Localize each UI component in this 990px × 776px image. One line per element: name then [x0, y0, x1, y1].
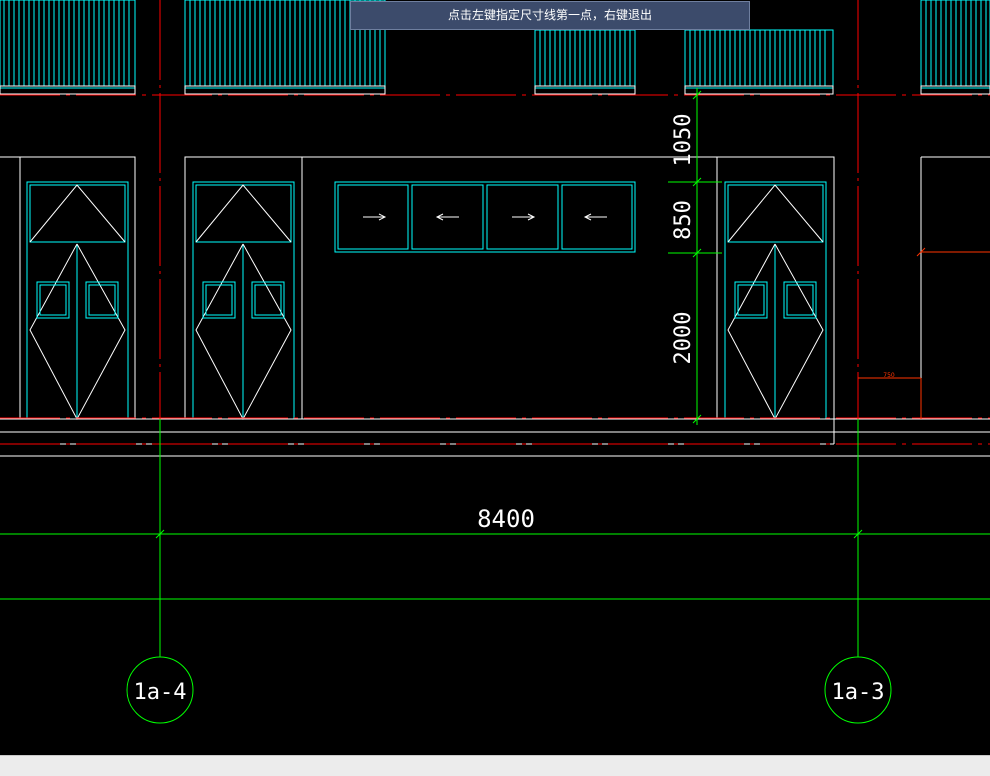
drawing-canvas[interactable]: 750 1050 850 2000 8400 1a-4 1a-3 — [0, 0, 990, 755]
wall-outlines — [0, 156, 990, 444]
offset-dimension-text: 750 — [883, 372, 895, 379]
dimension-2000: 2000 — [671, 312, 696, 365]
door-right — [724, 181, 827, 421]
ground-axis — [0, 417, 990, 445]
grid-axis-leaders — [159, 419, 859, 657]
offset-annotation — [858, 247, 990, 419]
door-mid — [192, 181, 295, 421]
upper-window-mid-right — [534, 29, 636, 95]
axis-label-right: 1a-3 — [832, 680, 885, 705]
upper-window-left — [0, 0, 136, 95]
dimension-1050: 1050 — [671, 114, 696, 167]
upper-window-far-right — [920, 0, 990, 95]
dimension-8400: 8400 — [477, 505, 535, 533]
axis-label-left: 1a-4 — [134, 680, 187, 705]
door-left — [26, 181, 129, 421]
sliding-window — [334, 181, 636, 253]
horizontal-dimension — [0, 529, 990, 600]
command-prompt-tooltip: 点击左键指定尺寸线第一点，右键退出 — [350, 1, 750, 30]
upper-window-right — [684, 29, 834, 95]
ground-lines — [0, 418, 990, 457]
dimension-850: 850 — [671, 200, 696, 240]
status-bar — [0, 755, 990, 776]
